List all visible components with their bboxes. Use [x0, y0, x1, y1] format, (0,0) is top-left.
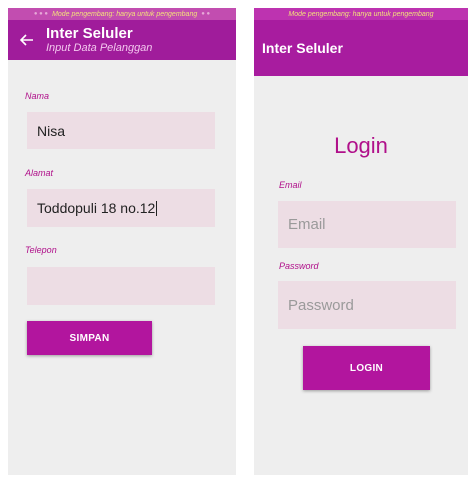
login-button[interactable]: LOGIN — [303, 346, 430, 390]
form-screen: ● ● ● Mode pengembang: hanya untuk penge… — [8, 8, 236, 475]
status-text: Mode pengembang: hanya untuk pengembang — [288, 10, 434, 18]
telepon-label: Telepon — [25, 245, 57, 255]
status-text: Mode pengembang: hanya untuk pengembang — [52, 10, 198, 18]
login-screen: Mode pengembang: hanya untuk pengembang … — [254, 8, 468, 475]
alamat-label: Alamat — [25, 168, 54, 178]
status-icons: ● ● ● — [33, 11, 49, 17]
back-arrow-icon[interactable] — [8, 33, 46, 47]
status-bar: Mode pengembang: hanya untuk pengembang — [254, 8, 468, 20]
nama-value: Nisa — [37, 122, 66, 139]
text-cursor — [156, 200, 158, 216]
app-title: Inter Seluler — [262, 39, 343, 56]
app-title: Inter Seluler — [46, 25, 133, 42]
app-subtitle: Input Data Pelanggan — [46, 42, 153, 54]
status-bar: ● ● ● Mode pengembang: hanya untuk penge… — [8, 8, 236, 20]
nama-label: Nama — [25, 91, 50, 101]
email-label: Email — [279, 180, 302, 190]
password-input[interactable]: Password — [278, 281, 456, 329]
status-icons-right: ● ● — [201, 11, 211, 17]
password-label: Password — [279, 261, 319, 271]
simpan-button[interactable]: SIMPAN — [27, 321, 152, 355]
telepon-field[interactable] — [27, 267, 215, 305]
app-bar: Inter Seluler Input Data Pelanggan — [8, 20, 236, 60]
app-bar: Inter Seluler — [254, 20, 468, 76]
alamat-field[interactable]: Toddopuli 18 no.12 — [27, 189, 215, 227]
nama-field[interactable]: Nisa — [27, 112, 215, 149]
alamat-value: Toddopuli 18 no.12 — [37, 200, 156, 216]
email-input[interactable]: Email — [278, 201, 456, 248]
email-placeholder: Email — [288, 216, 326, 233]
login-heading: Login — [334, 133, 388, 158]
password-placeholder: Password — [288, 296, 354, 314]
